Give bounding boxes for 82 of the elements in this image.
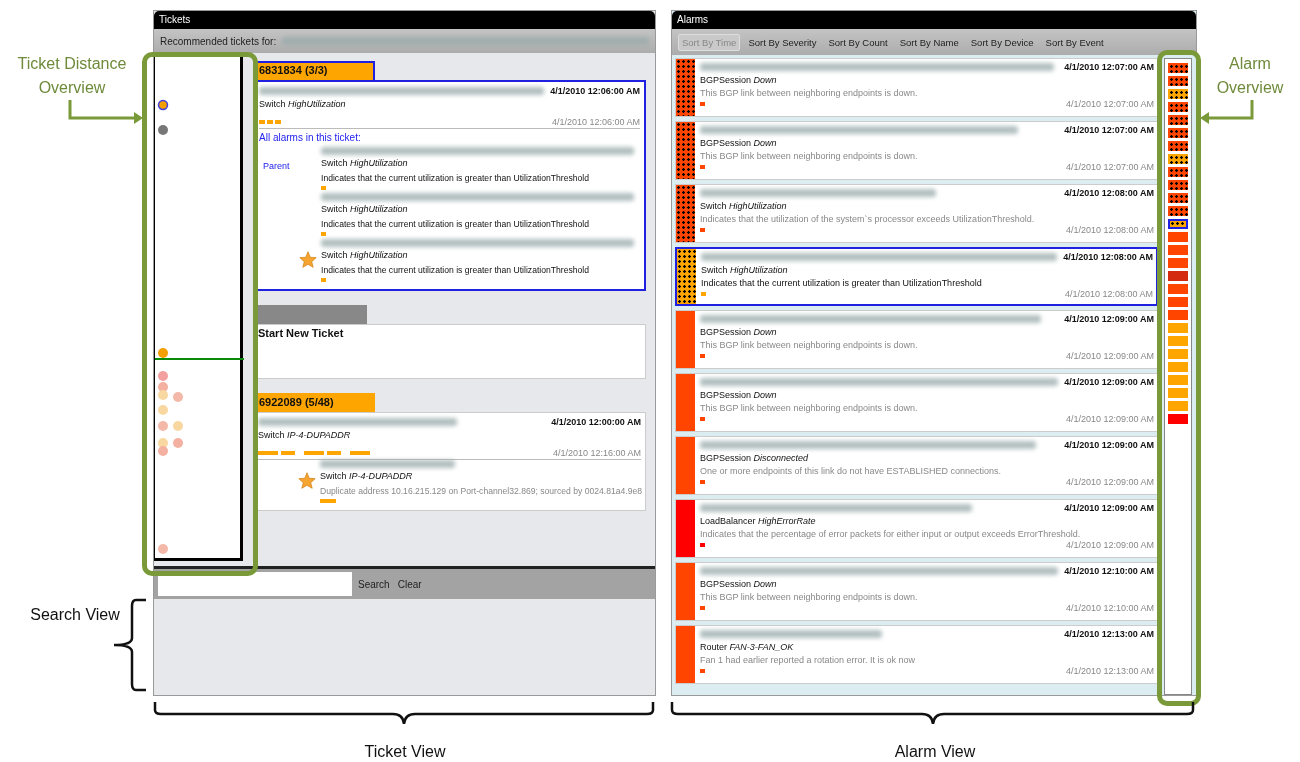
alarm-card[interactable]: 4/1/2010 12:13:00 AM Router FAN-3-FAN_OK Fan 1 had earlier reported a rotation error. It is ok now 4/1/2010 12:13:00 AM: [675, 625, 1158, 684]
alarm-description: Indicates that the current utilization is greater than UtilizationThreshold: [701, 277, 982, 289]
alarm-description: Indicates that the percentage of error packets for either input or output exceeds ErrorThreshold.: [700, 528, 1081, 540]
alarm-description: Indicates that the current utilization is greater than UtilizationThreshold: [321, 264, 589, 276]
sort-button[interactable]: Sort By Severity: [744, 33, 821, 51]
parent-label: Parent: [263, 161, 290, 171]
alarm-card[interactable]: 4/1/2010 12:07:00 AM BGPSession Down This BGP link between neighboring endpoints is down. 4/1/2010 12:07:00 AM: [675, 58, 1158, 117]
alarm-card[interactable]: 4/1/2010 12:08:00 AM Switch HighUtilization Indicates that the utilization of the system`s processor exceeds UtilizationThreshold. 4/1/2010 12:08:00 AM: [675, 184, 1158, 243]
alarm-last-time: 4/1/2010 12:09:00 AM: [1065, 414, 1154, 424]
alarm-description: One or more endpoints of this link do not have ESTABLISHED connections.: [700, 465, 1001, 477]
alarm-type: Router FAN-3-FAN_OK: [700, 641, 794, 654]
alarm-type: Switch HighUtilization: [321, 203, 408, 216]
alarm-description: Indicates that the utilization of the system`s processor exceeds UtilizationThreshold.: [700, 213, 1035, 225]
alarm-description: This BGP link between neighboring endpoints is down.: [700, 87, 918, 99]
alarm-description: This BGP link between neighboring endpoints is down.: [700, 339, 918, 351]
alarm-time: 4/1/2010 12:09:00 AM: [1064, 377, 1154, 387]
alarm-time: 4/1/2010 12:09:00 AM: [1064, 440, 1154, 450]
alarm-last-time: 4/1/2010 12:10:00 AM: [1065, 603, 1154, 613]
alarm-description: Indicates that the current utilization is greater than UtilizationThreshold: [321, 218, 589, 230]
alarm-last-time: 4/1/2010 12:07:00 AM: [1065, 99, 1154, 109]
panel-title: Alarms: [672, 11, 1196, 29]
alarm-last-time: 4/1/2010 12:07:00 AM: [1065, 162, 1154, 172]
alarm-type: BGPSession Disconnected: [700, 452, 809, 465]
alarm-last-time: 4/1/2010 12:09:00 AM: [1065, 540, 1154, 550]
alarm-last-time: 4/1/2010 12:08:00 AM: [1065, 225, 1154, 235]
alarm-type: Switch IP-4-DUPADDR: [320, 470, 413, 483]
alarm-type: Switch HighUtilization: [321, 249, 408, 262]
alarm-description: This BGP link between neighboring endpoints is down.: [700, 402, 918, 414]
alarm-card[interactable]: 4/1/2010 12:09:00 AM LoadBalancer HighErrorRate Indicates that the percentage of error packets for either input or output exceeds ErrorThreshold. 4/1/2010 12:09:00 AM: [675, 499, 1158, 558]
sort-button[interactable]: Sort By Count: [824, 33, 892, 51]
alarm-description: This BGP link between neighboring endpoints is down.: [700, 591, 918, 603]
alarm-time: 4/1/2010 12:08:00 AM: [1064, 188, 1154, 198]
alarm-type: Switch HighUtilization: [701, 264, 788, 277]
sort-button[interactable]: Sort By Device: [966, 33, 1038, 51]
callout-label: Ticket View: [363, 742, 447, 762]
alarm-type: BGPSession Down: [700, 578, 777, 591]
alarm-time: 4/1/2010 12:00:00 AM: [551, 417, 641, 427]
alarm-last-time: 4/1/2010 12:09:00 AM: [1065, 477, 1154, 487]
recommended-label: Recommended tickets for:: [160, 35, 277, 47]
alarm-type: Switch IP-4-DUPADDR: [258, 429, 351, 442]
alarm-card[interactable]: 4/1/2010 12:07:00 AM BGPSession Down This BGP link between neighboring endpoints is down. 4/1/2010 12:07:00 AM: [675, 121, 1158, 180]
sort-button[interactable]: Sort By Event: [1041, 33, 1108, 51]
alarm-time: 4/1/2010 12:07:00 AM: [1064, 125, 1154, 135]
alarm-card[interactable]: 4/1/2010 12:08:00 AM Switch HighUtilization Indicates that the current utilization is greater than UtilizationThreshold 4/1/2010 12:08:00 AM: [675, 247, 1158, 306]
alarm-time: 4/1/2010 12:13:00 AM: [1064, 629, 1154, 639]
alarm-card[interactable]: 4/1/2010 12:09:00 AM BGPSession Disconnected One or more endpoints of this link do not have ESTABLISHED connections. 4/1/2010 12:09:00 AM: [675, 436, 1158, 495]
alarm-card[interactable]: 4/1/2010 12:10:00 AM BGPSession Down This BGP link between neighboring endpoints is down. 4/1/2010 12:10:00 AM: [675, 562, 1158, 621]
alarm-type: BGPSession Down: [700, 326, 777, 339]
alarm-type: BGPSession Down: [700, 389, 777, 402]
alarm-card[interactable]: 4/1/2010 12:09:00 AM BGPSession Down This BGP link between neighboring endpoints is down. 4/1/2010 12:09:00 AM: [675, 373, 1158, 432]
alarm-type: Switch HighUtilization: [259, 98, 346, 111]
alarm-time: 4/1/2010 12:07:00 AM: [1064, 62, 1154, 72]
alarm-last-time: 4/1/2010 12:06:00 AM: [551, 117, 640, 127]
alarm-type: Switch HighUtilization: [700, 200, 787, 213]
alarm-last-time: 4/1/2010 12:09:00 AM: [1065, 351, 1154, 361]
alarm-last-time: 4/1/2010 12:16:00 AM: [552, 448, 641, 458]
new-ticket-title: Start New Ticket: [258, 327, 344, 339]
alarm-card[interactable]: 4/1/2010 12:09:00 AM BGPSession Down This BGP link between neighboring endpoints is down. 4/1/2010 12:09:00 AM: [675, 310, 1158, 369]
search-button[interactable]: Search: [356, 578, 392, 590]
sort-button[interactable]: Sort By Name: [895, 33, 963, 51]
alarm-description: Duplicate address 10.16.215.129 on Port-channel32.869; sourced by 0024.81a4.9e8: [320, 485, 643, 497]
alarm-time: 4/1/2010 12:10:00 AM: [1064, 566, 1154, 576]
callout-label: Search View: [30, 605, 120, 625]
alarm-last-time: 4/1/2010 12:08:00 AM: [1064, 289, 1153, 299]
alarm-time: 4/1/2010 12:09:00 AM: [1064, 503, 1154, 513]
callout-label: Alarm Overview: [1215, 54, 1285, 98]
alarm-time: 4/1/2010 12:09:00 AM: [1064, 314, 1154, 324]
alarm-description: Fan 1 had earlier reported a rotation error. It is ok now: [700, 654, 916, 666]
alarm-type: LoadBalancer HighErrorRate: [700, 515, 816, 528]
panel-title: Tickets: [154, 11, 655, 29]
alarm-last-time: 4/1/2010 12:13:00 AM: [1065, 666, 1154, 676]
alarm-type: BGPSession Down: [700, 137, 777, 150]
all-alarms-label: All alarms in this ticket:: [259, 132, 362, 143]
alarm-type: Switch HighUtilization: [321, 157, 408, 170]
callout-label: Ticket Distance Overview: [16, 54, 128, 98]
alarm-time: 4/1/2010 12:06:00 AM: [550, 86, 640, 96]
alarm-description: Indicates that the current utilization is greater than UtilizationThreshold: [321, 172, 589, 184]
alarm-time: 4/1/2010 12:08:00 AM: [1063, 252, 1153, 262]
callout-label: Alarm View: [893, 742, 977, 762]
alarm-description: This BGP link between neighboring endpoints is down.: [700, 150, 918, 162]
clear-button[interactable]: Clear: [395, 578, 424, 590]
alarm-type: BGPSession Down: [700, 74, 777, 87]
